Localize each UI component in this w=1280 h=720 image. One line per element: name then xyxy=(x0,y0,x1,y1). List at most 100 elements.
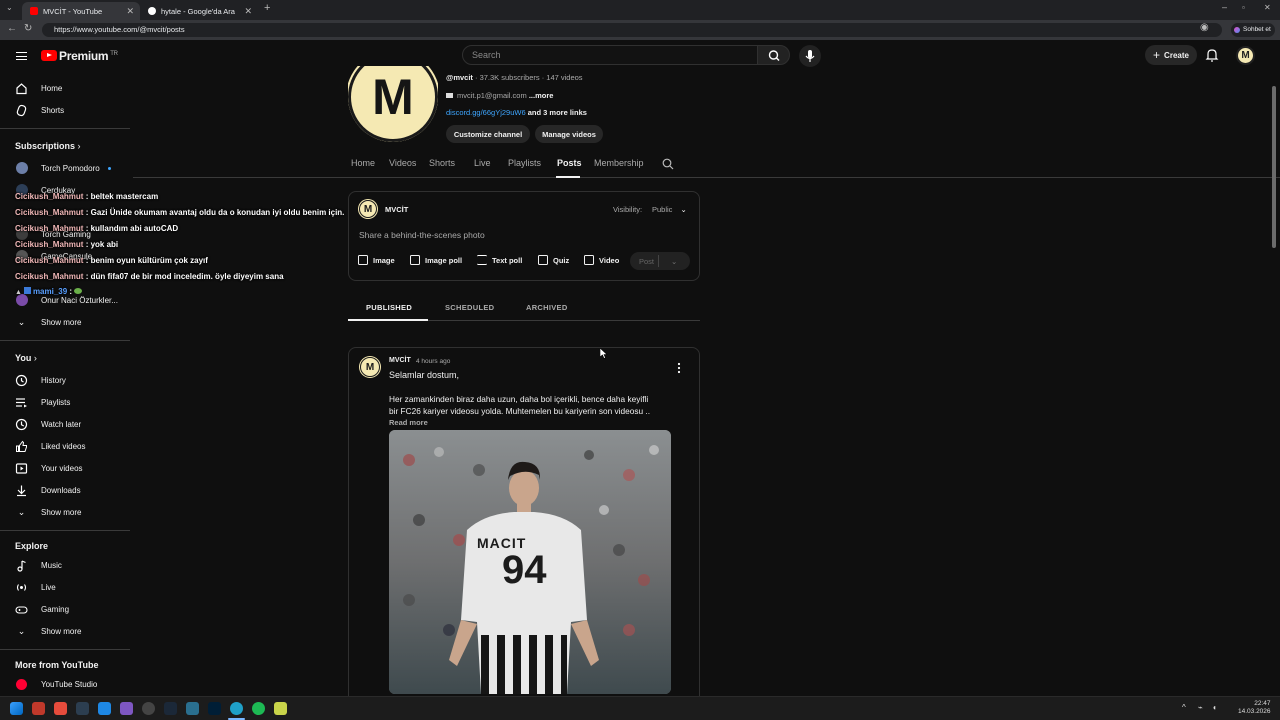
voice-search-button[interactable] xyxy=(799,45,821,67)
more-options-icon[interactable] xyxy=(676,362,682,374)
tab-shorts[interactable]: Shorts xyxy=(429,158,455,168)
app-icon[interactable] xyxy=(54,702,67,715)
menu-icon[interactable] xyxy=(16,52,27,60)
app-icon[interactable] xyxy=(76,702,89,715)
post-author[interactable]: MVCİT xyxy=(389,357,411,364)
image-tool-button[interactable]: Image xyxy=(358,255,395,265)
sidebar-item-your-videos[interactable]: Your videos xyxy=(0,457,130,479)
post-image[interactable]: MACIT 94 xyxy=(389,430,671,694)
app-icon[interactable] xyxy=(186,702,199,715)
microphone-icon xyxy=(805,50,815,62)
image-poll-tool-button[interactable]: Image poll xyxy=(410,255,462,265)
filezilla-icon[interactable] xyxy=(32,702,45,715)
reload-icon[interactable]: ↻ xyxy=(24,23,32,34)
tray-chevron-icon[interactable]: ^ xyxy=(1182,703,1186,712)
tab-posts[interactable]: Posts xyxy=(557,158,582,168)
edge-icon[interactable] xyxy=(230,702,243,715)
create-button[interactable]: + Create xyxy=(1145,45,1197,65)
sidebar-item-history[interactable]: History xyxy=(0,369,130,391)
post-time: 4 hours ago xyxy=(416,358,451,365)
sidebar-item-youtube-studio[interactable]: YouTube Studio xyxy=(0,673,130,695)
sidebar-item-subscription[interactable]: Torch Pomodoro xyxy=(0,157,130,179)
account-avatar[interactable]: M xyxy=(1236,46,1255,65)
tab-scheduled[interactable]: SCHEDULED xyxy=(445,303,494,312)
youtube-premium-logo[interactable]: Premium TR xyxy=(59,49,118,63)
customize-channel-button[interactable]: Customize channel xyxy=(446,125,530,143)
subscriptions-show-more[interactable]: ⌄ Show more xyxy=(0,311,130,333)
read-more-link[interactable]: Read more xyxy=(389,418,428,427)
post-author-avatar[interactable]: M xyxy=(360,357,380,377)
composer-input[interactable]: Share a behind-the-scenes photo xyxy=(359,230,485,240)
video-tool-button[interactable]: Video xyxy=(584,255,619,265)
notifications-bell-icon[interactable] xyxy=(1205,48,1219,62)
youtube-logo-icon[interactable] xyxy=(41,50,57,61)
page-scrollbar[interactable] xyxy=(1272,86,1276,248)
more-from-youtube-heading: More from YouTube xyxy=(15,660,99,670)
thumbs-up-icon xyxy=(16,440,27,452)
sidebar-item-playlists[interactable]: Playlists xyxy=(0,391,130,413)
close-icon[interactable]: ✕ xyxy=(126,6,134,17)
channel-avatar[interactable]: M xyxy=(348,66,438,142)
back-icon[interactable]: ← xyxy=(7,23,17,34)
tab-membership[interactable]: Membership xyxy=(594,158,644,168)
visibility-dropdown[interactable]: Public ⌄ xyxy=(652,205,687,214)
vscode-icon[interactable] xyxy=(98,702,111,715)
url-field[interactable]: https://www.youtube.com/@mvcit/posts xyxy=(42,23,1222,37)
channel-description[interactable]: mvcit.p1@gmail.com ...more xyxy=(446,91,553,100)
minimize-icon[interactable]: – xyxy=(1222,2,1227,12)
new-tab-icon[interactable]: + xyxy=(264,2,270,14)
clock[interactable]: 22:47 14.03.2026 xyxy=(1238,700,1271,716)
tab-videos[interactable]: Videos xyxy=(389,158,416,168)
you-heading[interactable]: You › xyxy=(15,353,37,363)
spotify-icon[interactable] xyxy=(252,702,265,715)
sidebar-item-downloads[interactable]: Downloads xyxy=(0,479,130,501)
explore-show-more[interactable]: ⌄ Show more xyxy=(0,620,130,642)
tab-playlists[interactable]: Playlists xyxy=(508,158,541,168)
channel-search-icon[interactable] xyxy=(662,158,674,170)
sidebar-item-shorts[interactable]: Shorts xyxy=(0,99,130,121)
post-button[interactable]: Post ⌄ xyxy=(630,252,690,270)
profile-icon[interactable]: ◉ xyxy=(1200,22,1209,33)
sidebar-item-gaming[interactable]: Gaming xyxy=(0,598,130,620)
visual-studio-icon[interactable] xyxy=(120,702,133,715)
windows-start-icon[interactable] xyxy=(10,702,23,715)
steam-icon[interactable] xyxy=(164,702,177,715)
search-button[interactable] xyxy=(757,45,790,65)
tab-live[interactable]: Live xyxy=(474,158,491,168)
volume-icon[interactable]: ◖ xyxy=(1212,703,1217,712)
sidebar-item-music[interactable]: Music xyxy=(0,554,130,576)
tab-list-icon[interactable]: ⌄ xyxy=(6,3,13,12)
sidebar-item-label: Show more xyxy=(41,626,82,636)
tab-google[interactable]: hytale - Google'da Ara ✕ xyxy=(140,2,258,20)
manage-videos-button[interactable]: Manage videos xyxy=(535,125,603,143)
more-links[interactable]: and 3 more links xyxy=(528,108,587,117)
tool-label: Text poll xyxy=(492,255,523,265)
chat-message: Cicikush_Mahmut : benim oyun kültürüm ço… xyxy=(15,256,208,265)
tab-home[interactable]: Home xyxy=(351,158,375,168)
photoshop-icon[interactable] xyxy=(208,702,221,715)
more-link[interactable]: ...more xyxy=(529,91,554,100)
window-close-icon[interactable]: ✕ xyxy=(1264,3,1271,12)
discord-link[interactable]: discord.gg/66gYj29uW6 xyxy=(446,108,526,117)
app-icon[interactable] xyxy=(142,702,155,715)
sidebar-item-label: Downloads xyxy=(41,485,81,495)
post-body-line: bir FC26 kariyer videosu yolda. Muhtemel… xyxy=(389,406,651,416)
sidebar-item-home[interactable]: Home xyxy=(0,77,130,99)
quiz-tool-button[interactable]: Quiz xyxy=(538,255,569,265)
sidebar-item-liked-videos[interactable]: Liked videos xyxy=(0,435,130,457)
close-icon[interactable]: ✕ xyxy=(244,6,252,17)
sidebar-item-live[interactable]: Live xyxy=(0,576,130,598)
network-icon[interactable]: ⌁ xyxy=(1198,703,1203,712)
you-show-more[interactable]: ⌄ Show more xyxy=(0,501,130,523)
search-input[interactable]: Search xyxy=(462,45,758,65)
restore-icon[interactable]: ▫ xyxy=(1242,3,1245,12)
text-poll-tool-button[interactable]: Text poll xyxy=(477,255,522,265)
sidebar-item-watch-later[interactable]: Watch later xyxy=(0,413,130,435)
chat-message: Cicikush_Mahmut : dün fifa07 de bir mod … xyxy=(15,272,284,281)
tab-youtube[interactable]: MVCİT - YouTube ✕ xyxy=(22,2,140,20)
tab-archived[interactable]: ARCHIVED xyxy=(526,303,568,312)
chat-button[interactable]: Sohbet et xyxy=(1231,23,1275,37)
tab-published[interactable]: PUBLISHED xyxy=(366,303,412,312)
subscriptions-heading[interactable]: Subscriptions › xyxy=(15,141,81,151)
app-icon[interactable] xyxy=(274,702,287,715)
